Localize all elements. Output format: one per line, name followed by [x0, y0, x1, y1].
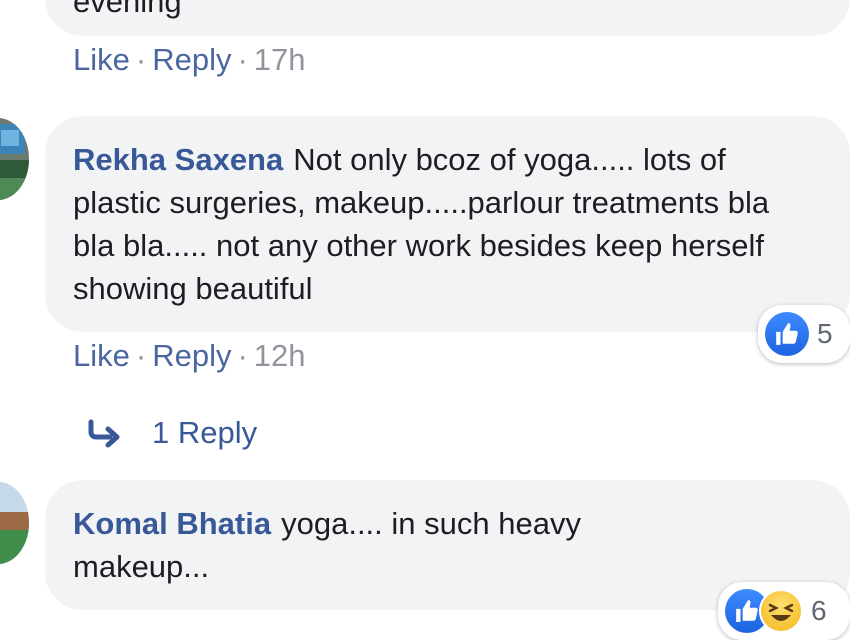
- reply-arrow-icon: [86, 414, 124, 452]
- comment-author[interactable]: Komal Bhatia: [73, 506, 271, 541]
- timestamp[interactable]: 17h: [254, 42, 306, 77]
- view-replies-label: 1 Reply: [152, 415, 258, 450]
- like-reaction-icon: [765, 312, 809, 356]
- avatar[interactable]: [0, 482, 29, 564]
- view-replies-link[interactable]: 1 Reply: [86, 414, 257, 452]
- comment-author[interactable]: Rekha Saxena: [73, 142, 283, 177]
- comment-actions: Like · Reply · 12h: [73, 338, 306, 374]
- separator: ·: [135, 338, 147, 373]
- comment-bubble-previous: evening: [45, 0, 850, 36]
- reaction-count: 6: [811, 595, 827, 626]
- separator: ·: [237, 338, 248, 373]
- timestamp[interactable]: 12h: [254, 338, 306, 373]
- comment-text: evening: [73, 0, 182, 19]
- reaction-summary[interactable]: 5: [758, 305, 850, 363]
- comment-bubble: Rekha Saxena Not only bcoz of yoga..... l…: [45, 116, 850, 332]
- avatar[interactable]: [0, 118, 29, 200]
- separator: ·: [135, 42, 147, 77]
- reply-link[interactable]: Reply: [152, 42, 231, 77]
- reaction-summary[interactable]: 6: [718, 582, 850, 640]
- comment-actions-previous: Like · Reply · 17h: [73, 42, 306, 78]
- like-link[interactable]: Like: [73, 338, 130, 373]
- haha-reaction-icon: [759, 589, 803, 633]
- like-link[interactable]: Like: [73, 42, 130, 77]
- avatar-image: [0, 482, 29, 564]
- avatar-image: [0, 118, 29, 200]
- reply-link[interactable]: Reply: [152, 338, 231, 373]
- separator: ·: [237, 42, 248, 77]
- reaction-count: 5: [817, 318, 833, 349]
